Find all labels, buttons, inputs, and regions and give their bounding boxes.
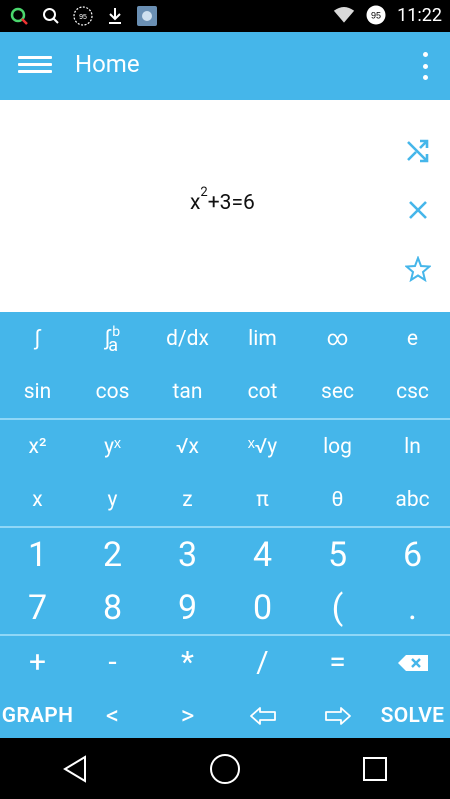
z-key[interactable]: z	[150, 473, 225, 526]
definite-integral-key[interactable]: ∫ b a	[75, 312, 150, 365]
svg-text:95: 95	[79, 14, 87, 21]
keypad-row-digits-2: 7 8 9 0 ( .	[0, 581, 450, 634]
derivative-key[interactable]: d/dx	[150, 312, 225, 365]
keypad-row-variables: x y z π θ abc	[0, 473, 450, 526]
sec-key[interactable]: sec	[300, 365, 375, 418]
open-paren-key[interactable]: (	[300, 581, 375, 634]
digit-3-key[interactable]: 3	[150, 528, 225, 581]
y-key[interactable]: y	[75, 473, 150, 526]
plus-key[interactable]: +	[0, 636, 75, 689]
keypad-row-powers: x² yˣ √x ˣ√y log ln	[0, 420, 450, 473]
sqrt-key[interactable]: √x	[150, 420, 225, 473]
star-icon[interactable]	[404, 252, 432, 286]
sin-key[interactable]: sin	[0, 365, 75, 418]
log-key[interactable]: log	[300, 420, 375, 473]
keypad-row-trig: sin cos tan cot sec csc	[0, 365, 450, 418]
svg-text:95: 95	[371, 11, 381, 21]
hamburger-menu-icon[interactable]	[18, 52, 52, 80]
cursor-left-key[interactable]: <	[75, 689, 150, 742]
backspace-icon[interactable]	[375, 636, 450, 689]
digit-9-key[interactable]: 9	[150, 581, 225, 634]
multiply-key[interactable]: *	[150, 636, 225, 689]
digit-1-key[interactable]: 1	[0, 528, 75, 581]
recent-apps-icon[interactable]	[351, 745, 399, 793]
solve-button[interactable]: SOLVE	[375, 689, 450, 742]
page-title: Home	[75, 50, 140, 78]
keypad: ∫ ∫ b a d/dx lim ∞ e sin cos tan cot sec c…	[0, 312, 450, 738]
abc-key[interactable]: abc	[375, 473, 450, 526]
more-vert-icon[interactable]	[420, 52, 430, 80]
minus-key[interactable]: -	[75, 636, 150, 689]
ln-key[interactable]: ln	[375, 420, 450, 473]
screenshot-icon	[136, 5, 158, 27]
app-bar: Home	[0, 32, 450, 100]
integral-key[interactable]: ∫	[0, 312, 75, 365]
clear-icon[interactable]	[404, 193, 432, 227]
x-key[interactable]: x	[0, 473, 75, 526]
clock: 11:22	[397, 4, 442, 26]
home-icon[interactable]	[201, 745, 249, 793]
limit-key[interactable]: lim	[225, 312, 300, 365]
nth-root-key[interactable]: ˣ√y	[225, 420, 300, 473]
digit-5-key[interactable]: 5	[300, 528, 375, 581]
digit-7-key[interactable]: 7	[0, 581, 75, 634]
wifi-icon	[333, 4, 355, 26]
graph-button[interactable]: GRAPH	[0, 689, 75, 742]
divide-key[interactable]: /	[225, 636, 300, 689]
shuffle-icon[interactable]	[404, 134, 432, 168]
keypad-row-digits-1: 1 2 3 4 5 6	[0, 528, 450, 581]
keypad-row-operators: + - * / =	[0, 636, 450, 689]
battery-icon: 95	[365, 4, 387, 26]
infinity-key[interactable]: ∞	[300, 312, 375, 365]
expression-display[interactable]: x2+3=6	[0, 100, 450, 312]
search-icon	[40, 5, 62, 27]
decimal-point-key[interactable]: .	[375, 581, 450, 634]
theta-key[interactable]: θ	[300, 473, 375, 526]
keypad-row-calculus: ∫ ∫ b a d/dx lim ∞ e	[0, 312, 450, 365]
left-arrow-icon[interactable]	[225, 689, 300, 742]
battery-status-icon: 95	[72, 5, 94, 27]
back-icon[interactable]	[51, 745, 99, 793]
cos-key[interactable]: cos	[75, 365, 150, 418]
expression-text: x2+3=6	[190, 185, 255, 215]
status-bar: 95 95 11:22	[0, 0, 450, 32]
digit-2-key[interactable]: 2	[75, 528, 150, 581]
keypad-row-actions: GRAPH < > SOLVE	[0, 689, 450, 742]
digit-8-key[interactable]: 8	[75, 581, 150, 634]
tan-key[interactable]: tan	[150, 365, 225, 418]
equals-key[interactable]: =	[300, 636, 375, 689]
square-key[interactable]: x²	[0, 420, 75, 473]
power-key[interactable]: yˣ	[75, 420, 150, 473]
cursor-right-key[interactable]: >	[150, 689, 225, 742]
right-arrow-icon[interactable]	[300, 689, 375, 742]
digit-0-key[interactable]: 0	[225, 581, 300, 634]
color-search-icon	[8, 5, 30, 27]
e-key[interactable]: e	[375, 312, 450, 365]
pi-key[interactable]: π	[225, 473, 300, 526]
csc-key[interactable]: csc	[375, 365, 450, 418]
navigation-bar	[0, 738, 450, 799]
download-icon	[104, 5, 126, 27]
digit-6-key[interactable]: 6	[375, 528, 450, 581]
digit-4-key[interactable]: 4	[225, 528, 300, 581]
cot-key[interactable]: cot	[225, 365, 300, 418]
